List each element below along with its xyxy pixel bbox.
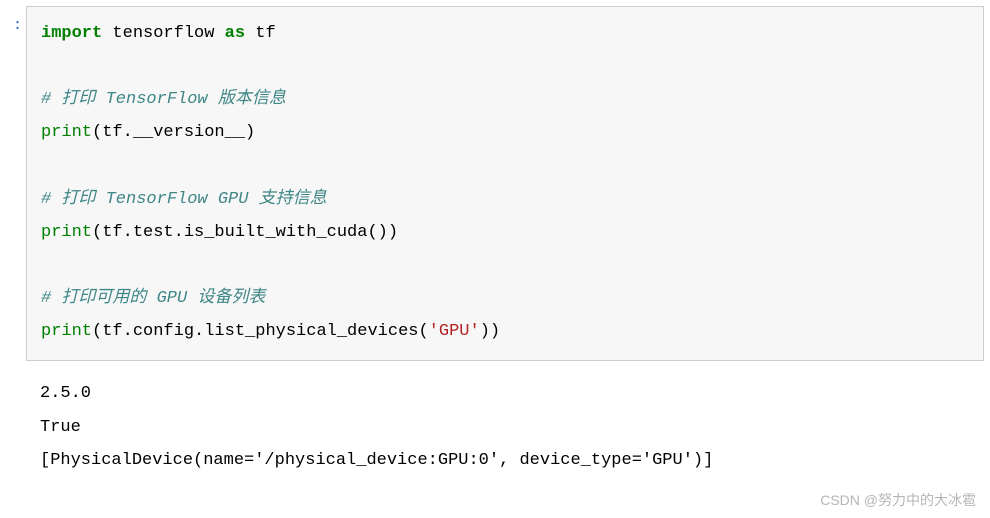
builtin-print: print: [41, 322, 92, 341]
output-line: True: [40, 418, 81, 437]
output-line: [PhysicalDevice(name='/physical_device:G…: [40, 451, 713, 470]
code-cell: : import tensorflow as tf # 打印 TensorFlo…: [0, 0, 990, 361]
input-prompt: :: [0, 6, 22, 361]
cell-output: 2.5.0 True [PhysicalDevice(name='/physic…: [26, 373, 984, 480]
comment-line: # 打印 TensorFlow GPU 支持信息: [41, 190, 327, 209]
module-name: tensorflow: [102, 24, 224, 43]
string-literal: 'GPU': [429, 322, 480, 341]
comment-line: # 打印 TensorFlow 版本信息: [41, 90, 286, 109]
keyword-import: import: [41, 24, 102, 43]
watermark-text: CSDN @努力中的大冰雹: [820, 490, 976, 510]
alias-name: tf: [245, 24, 276, 43]
code-text: (tf.__version__): [92, 123, 255, 142]
comment-line: # 打印可用的 GPU 设备列表: [41, 289, 265, 308]
code-editor[interactable]: import tensorflow as tf # 打印 TensorFlow …: [26, 6, 984, 361]
output-prompt: [0, 373, 22, 480]
code-text: (tf.test.is_built_with_cuda()): [92, 223, 398, 242]
builtin-print: print: [41, 123, 92, 142]
keyword-as: as: [225, 24, 245, 43]
builtin-print: print: [41, 223, 92, 242]
code-text: (tf.config.list_physical_devices(: [92, 322, 429, 341]
code-text: )): [480, 322, 500, 341]
output-line: 2.5.0: [40, 384, 91, 403]
output-cell: 2.5.0 True [PhysicalDevice(name='/physic…: [0, 373, 990, 480]
prompt-colon: :: [13, 15, 22, 33]
